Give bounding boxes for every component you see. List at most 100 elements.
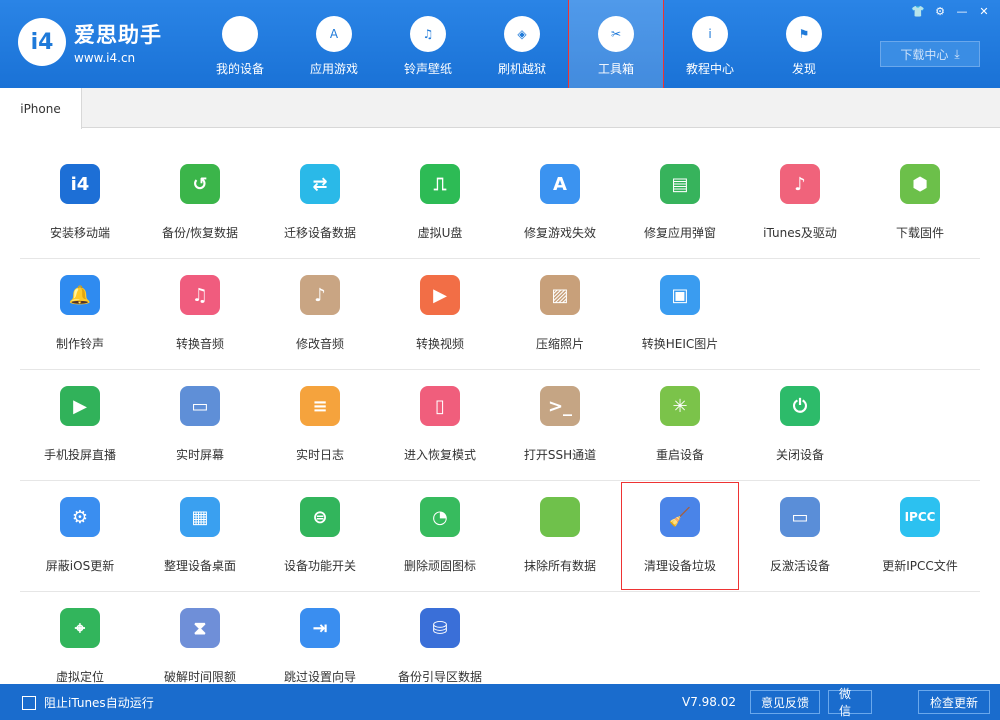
app-store-icon: A <box>316 16 352 52</box>
bell-icon: 🔔 <box>60 275 100 315</box>
check-update-button[interactable]: 检查更新 <box>918 690 990 714</box>
tool-label: 转换HEIC图片 <box>641 337 719 351</box>
tool-item[interactable]: ▭ 实时屏幕 <box>140 370 260 480</box>
tool-label: 抹除所有数据 <box>523 559 596 573</box>
tool-item[interactable]: ▤ 修复应用弹窗 <box>620 148 740 258</box>
tool-label: 进入恢复模式 <box>403 448 476 462</box>
tool-glyph: ⏻ <box>792 395 808 417</box>
nav-item-3[interactable]: ◈ 刷机越狱 <box>475 0 569 88</box>
settings-icon[interactable]: ⚙ <box>930 4 950 20</box>
tool-row: ⚙ 屏蔽iOS更新 ▦ 整理设备桌面 ⊜ 设备功能开关 ◔ 删除顽固图标 抹除所有数据 🧹 清理设备… <box>20 481 980 592</box>
tool-label: 修改音频 <box>295 337 344 351</box>
feedback-button[interactable]: 意见反馈 <box>750 690 821 714</box>
tool-glyph: >_ <box>547 395 573 417</box>
tool-label: 转换音频 <box>175 337 224 351</box>
device-tabs: iPhone <box>0 88 1000 129</box>
tool-item[interactable]: ▦ 整理设备桌面 <box>140 481 260 591</box>
tool-label: 虚拟U盘 <box>417 226 463 240</box>
log-icon: ≡ <box>300 386 340 426</box>
location-pin-icon: ⌖ <box>60 608 100 648</box>
skip-wizard-icon: ⇥ <box>300 608 340 648</box>
itunes-autorun-checkbox[interactable] <box>22 695 36 710</box>
tool-glyph: ♪ <box>314 284 326 306</box>
i4-app-icon: i4 <box>60 164 100 204</box>
tool-item[interactable]: A 修复游戏失效 <box>500 148 620 258</box>
app-url: www.i4.cn <box>74 51 136 65</box>
nav-item-0[interactable]: 我的设备 <box>193 0 287 88</box>
tool-label: 清理设备垃圾 <box>643 559 716 573</box>
itunes-autorun-option[interactable]: 阻止iTunes自动运行 <box>22 694 154 711</box>
tool-item[interactable]: ⚙ 屏蔽iOS更新 <box>20 481 140 591</box>
nav-item-6[interactable]: ⚑ 发现 <box>757 0 851 88</box>
tool-item[interactable]: i4 安装移动端 <box>20 148 140 258</box>
tool-label: 转换视频 <box>415 337 464 351</box>
tool-item[interactable]: ⎍ 虚拟U盘 <box>380 148 500 258</box>
power-icon: ⏻ <box>780 386 820 426</box>
tool-glyph: 🔔 <box>68 284 92 306</box>
tool-glyph: ⇥ <box>312 617 328 639</box>
tool-item[interactable]: ▶ 手机投屏直播 <box>20 370 140 480</box>
tool-item[interactable]: 🧹 清理设备垃圾 <box>620 481 740 591</box>
tool-item[interactable]: ♪ 修改音频 <box>260 259 380 369</box>
nav-item-label: 应用游戏 <box>309 62 358 76</box>
tool-label: 修复游戏失效 <box>523 226 596 240</box>
nav-item-5[interactable]: i 教程中心 <box>663 0 757 88</box>
tool-glyph: A <box>553 173 567 195</box>
tool-glyph: ⇄ <box>312 173 328 195</box>
tool-item[interactable]: 抹除所有数据 <box>500 481 620 591</box>
tool-label: iTunes及驱动 <box>763 226 837 240</box>
minimize-icon[interactable]: — <box>952 4 972 20</box>
tool-item[interactable]: ↺ 备份/恢复数据 <box>140 148 260 258</box>
tool-label: 修复应用弹窗 <box>643 226 716 240</box>
tool-label: 备份引导区数据 <box>397 670 482 684</box>
nav-item-label: 刷机越狱 <box>497 62 546 76</box>
tool-item[interactable]: ◔ 删除顽固图标 <box>380 481 500 591</box>
download-icon: ⤓ <box>954 46 960 61</box>
app-name: 爱思助手 <box>74 23 162 47</box>
tool-glyph: ⊜ <box>312 506 328 528</box>
tool-item[interactable]: ▨ 压缩照片 <box>500 259 620 369</box>
nav-item-label: 发现 <box>791 62 816 76</box>
nav-item-1[interactable]: A 应用游戏 <box>287 0 381 88</box>
tool-item[interactable]: ⏻ 关闭设备 <box>740 370 860 480</box>
tool-item[interactable]: ▶ 转换视频 <box>380 259 500 369</box>
tool-item[interactable]: ≡ 实时日志 <box>260 370 380 480</box>
tool-item[interactable]: ▣ 转换HEIC图片 <box>620 259 740 369</box>
download-center-button[interactable]: 下载中心 ⤓ <box>880 41 980 67</box>
disk-backup-icon: ⛁ <box>420 608 460 648</box>
tool-glyph: ▯ <box>435 395 445 417</box>
tool-item[interactable]: ▭ 反激活设备 <box>740 481 860 591</box>
tool-label: 手机投屏直播 <box>43 448 116 462</box>
tool-item[interactable]: ♪ iTunes及驱动 <box>740 148 860 258</box>
tool-label: 关闭设备 <box>775 448 824 462</box>
tool-item[interactable]: IPCC 更新IPCC文件 <box>860 481 980 591</box>
tool-glyph: ▶ <box>73 395 87 417</box>
transfer-icon: ⇄ <box>300 164 340 204</box>
tool-item[interactable]: ⊜ 设备功能开关 <box>260 481 380 591</box>
tool-item[interactable]: ⬢ 下载固件 <box>860 148 980 258</box>
tool-item[interactable]: ▯ 进入恢复模式 <box>380 370 500 480</box>
tool-item[interactable]: ✳ 重启设备 <box>620 370 740 480</box>
close-icon[interactable]: ✕ <box>974 4 994 20</box>
audio-convert-icon: ♫ <box>180 275 220 315</box>
tool-glyph: i4 <box>70 173 90 195</box>
photo-compress-icon: ▨ <box>540 275 580 315</box>
erase-apple-icon <box>540 497 580 537</box>
tool-label: 实时屏幕 <box>175 448 224 462</box>
wechat-button[interactable]: 微信 <box>828 687 872 718</box>
monitor-icon: ▭ <box>180 386 220 426</box>
tool-item[interactable]: ⇄ 迁移设备数据 <box>260 148 380 258</box>
tool-label: 重启设备 <box>655 448 704 462</box>
nav-item-4[interactable]: ✂ 工具箱 <box>568 0 664 89</box>
nav-item-label: 工具箱 <box>597 62 634 76</box>
tab-iphone[interactable]: iPhone <box>0 88 82 129</box>
itunes-icon: ♪ <box>780 164 820 204</box>
tool-item[interactable]: 🔔 制作铃声 <box>20 259 140 369</box>
tool-item[interactable]: ♫ 转换音频 <box>140 259 260 369</box>
tool-item[interactable]: >_ 打开SSH通道 <box>500 370 620 480</box>
nav-item-2[interactable]: ♫ 铃声壁纸 <box>381 0 475 88</box>
tool-glyph: ▭ <box>791 506 809 528</box>
skin-icon[interactable]: 👕 <box>908 4 928 20</box>
audio-edit-icon: ♪ <box>300 275 340 315</box>
video-convert-icon: ▶ <box>420 275 460 315</box>
